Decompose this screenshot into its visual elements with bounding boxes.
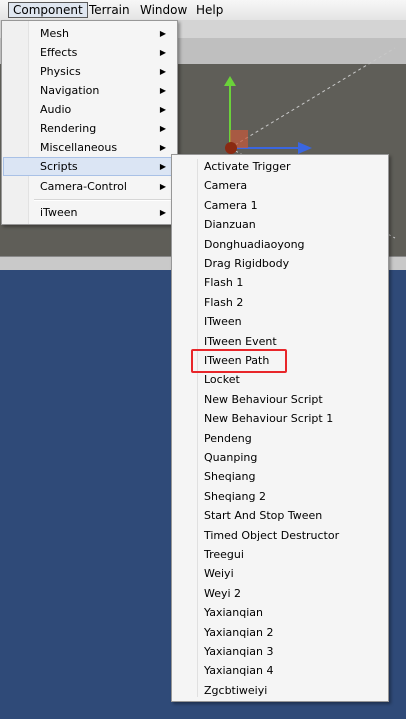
- y-axis-arrow-icon: [224, 76, 236, 86]
- menu-item-miscellaneous[interactable]: Miscellaneous ▶: [3, 138, 176, 157]
- chevron-right-icon: ▶: [159, 162, 166, 171]
- script-item-label: Flash 2: [204, 295, 244, 309]
- script-item[interactable]: Timed Object Destructor: [173, 526, 387, 545]
- chevron-right-icon: ▶: [159, 67, 166, 76]
- menu-item-label: iTween: [40, 206, 78, 219]
- menu-item-label: Mesh: [40, 27, 69, 40]
- object-pivot: [225, 142, 237, 154]
- script-item-label: Yaxianqian 3: [204, 645, 274, 658]
- script-item[interactable]: Camera: [173, 176, 387, 195]
- menu-item-itween[interactable]: iTween ▶: [3, 203, 176, 222]
- script-item-label: New Behaviour Script: [204, 392, 323, 406]
- menu-help[interactable]: Help: [192, 2, 227, 18]
- script-item[interactable]: Flash 2: [173, 293, 387, 312]
- menu-item-physics[interactable]: Physics ▶: [3, 62, 176, 81]
- menu-window[interactable]: Window: [136, 2, 191, 18]
- script-item-label: Pendeng: [204, 431, 252, 445]
- menu-item-scripts[interactable]: Scripts ▶: [3, 157, 176, 176]
- script-item[interactable]: ITween Event: [173, 332, 387, 351]
- script-item-label: New Behaviour Script 1: [204, 412, 334, 426]
- script-item[interactable]: Yaxianqian 4: [173, 661, 387, 680]
- script-item-label: Zgcbtiweiyi: [204, 683, 268, 697]
- script-item-label: Flash 1: [204, 276, 244, 290]
- component-menu: Mesh ▶ Effects ▶ Physics ▶ Navigation ▶ …: [1, 20, 178, 225]
- script-item[interactable]: Treegui: [173, 545, 387, 564]
- script-item[interactable]: Drag Rigidbody: [173, 254, 387, 273]
- script-item-label: Drag Rigidbody: [204, 257, 290, 270]
- script-item-label: Camera: [204, 179, 248, 193]
- menu-component[interactable]: Component: [8, 2, 88, 18]
- menu-item-mesh[interactable]: Mesh ▶: [3, 24, 176, 43]
- script-item[interactable]: Pendeng: [173, 429, 387, 448]
- script-item-label: Sheqiang 2: [204, 489, 266, 503]
- menu-bar: Component Terrain Window Help: [0, 0, 406, 21]
- menu-item-label: Scripts: [40, 160, 78, 173]
- script-item[interactable]: Activate Trigger: [173, 157, 387, 176]
- script-item[interactable]: Dianzuan: [173, 215, 387, 234]
- script-item[interactable]: Weyi 2: [173, 584, 387, 603]
- menu-item-label: Rendering: [40, 122, 97, 135]
- script-item[interactable]: Yaxianqian: [173, 603, 387, 622]
- script-item-label: ITween: [204, 315, 242, 329]
- script-item[interactable]: New Behaviour Script: [173, 390, 387, 409]
- script-item[interactable]: Donghuadiaoyong: [173, 235, 387, 254]
- chevron-right-icon: ▶: [159, 86, 166, 95]
- script-item-label: ITween Event: [204, 334, 277, 348]
- script-item-label: Start And Stop Tween: [204, 509, 323, 523]
- menu-item-audio[interactable]: Audio ▶: [3, 100, 176, 119]
- script-item-label: Donghuadiaoyong: [204, 237, 305, 251]
- menu-item-label: Miscellaneous: [40, 141, 118, 154]
- script-item[interactable]: New Behaviour Script 1: [173, 409, 387, 428]
- chevron-right-icon: ▶: [159, 29, 166, 38]
- menu-terrain[interactable]: Terrain: [85, 2, 134, 18]
- menu-item-navigation[interactable]: Navigation ▶: [3, 81, 176, 100]
- chevron-right-icon: ▶: [159, 48, 166, 57]
- menu-item-label: Audio: [40, 103, 72, 116]
- script-item[interactable]: Camera 1: [173, 196, 387, 215]
- script-item-label: Yaxianqian: [204, 606, 263, 620]
- script-item-label: Treegui: [204, 548, 244, 561]
- script-item[interactable]: Start And Stop Tween: [173, 506, 387, 525]
- script-item-label: Camera 1: [204, 198, 258, 212]
- chevron-right-icon: ▶: [159, 143, 166, 152]
- script-item-label: Yaxianqian 2: [204, 625, 274, 639]
- script-item[interactable]: Zgcbtiweiyi: [173, 681, 387, 700]
- menu-item-label: Effects: [40, 46, 78, 59]
- menu-item-label: Physics: [40, 65, 81, 78]
- script-item-label: Weiyi: [204, 567, 234, 581]
- script-item[interactable]: Sheqiang: [173, 467, 387, 486]
- menu-item-camera-control[interactable]: Camera-Control ▶: [3, 177, 176, 196]
- script-item-label: Timed Object Destructor: [204, 528, 340, 542]
- menu-separator: [34, 199, 173, 201]
- chevron-right-icon: ▶: [159, 182, 166, 191]
- scripts-submenu: Activate Trigger Camera Camera 1 Dianzua…: [171, 154, 389, 702]
- chevron-right-icon: ▶: [159, 208, 166, 217]
- annotation-highlight-box: [191, 349, 287, 373]
- script-item-label: Weyi 2: [204, 586, 242, 600]
- script-item[interactable]: Yaxianqian 2: [173, 623, 387, 642]
- script-item-label: Activate Trigger: [204, 160, 291, 173]
- script-item[interactable]: Weiyi: [173, 564, 387, 583]
- script-item[interactable]: ITween: [173, 312, 387, 331]
- script-item[interactable]: Yaxianqian 3: [173, 642, 387, 661]
- grid-line: [229, 47, 396, 149]
- menu-item-label: Camera-Control: [40, 180, 127, 193]
- x-axis-arrow-icon: [298, 142, 312, 154]
- script-item-label: Locket: [204, 373, 240, 387]
- script-item[interactable]: Quanping: [173, 448, 387, 467]
- menu-item-rendering[interactable]: Rendering ▶: [3, 119, 176, 138]
- script-item[interactable]: Locket: [173, 370, 387, 389]
- script-item-label: Yaxianqian 4: [204, 664, 274, 678]
- script-item-label: Dianzuan: [204, 218, 256, 232]
- script-item-label: Quanping: [204, 451, 258, 464]
- menu-item-effects[interactable]: Effects ▶: [3, 43, 176, 62]
- script-item[interactable]: Sheqiang 2: [173, 487, 387, 506]
- script-item[interactable]: Flash 1: [173, 273, 387, 292]
- script-item-label: Sheqiang: [204, 470, 256, 484]
- menu-item-label: Navigation: [40, 84, 100, 97]
- chevron-right-icon: ▶: [159, 105, 166, 114]
- chevron-right-icon: ▶: [159, 124, 166, 133]
